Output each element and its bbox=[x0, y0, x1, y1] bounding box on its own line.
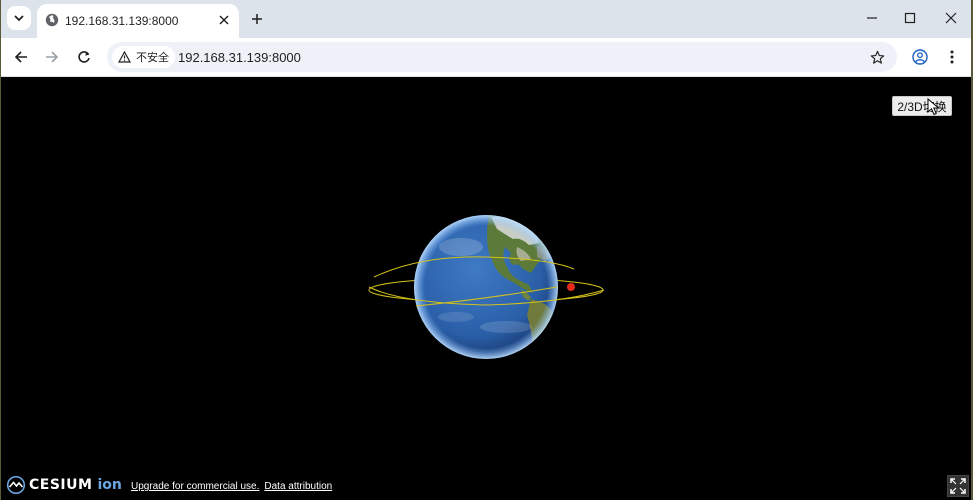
atmosphere-glow bbox=[414, 215, 558, 359]
bookmark-button[interactable] bbox=[867, 47, 887, 67]
plus-icon bbox=[252, 14, 262, 24]
forward-button[interactable] bbox=[41, 46, 63, 68]
tab-close-button[interactable] bbox=[215, 11, 233, 29]
browser-window: 192.168.31.139:8000 不安全 192.168.31.139:8… bbox=[1, 0, 971, 500]
forward-arrow-icon bbox=[46, 51, 59, 63]
back-arrow-icon bbox=[14, 51, 27, 63]
cesium-logo-icon bbox=[6, 476, 26, 494]
profile-button[interactable] bbox=[909, 46, 931, 68]
mouse-cursor-icon bbox=[927, 98, 940, 116]
back-button[interactable] bbox=[10, 46, 32, 68]
cesium-viewer[interactable]: 2/3D切换 CESIUM ion Upgrade for commercial… bbox=[1, 77, 971, 500]
switch-2d-3d-button[interactable]: 2/3D切换 bbox=[892, 96, 952, 116]
security-chip[interactable]: 不安全 bbox=[112, 46, 175, 68]
minimize-icon bbox=[867, 17, 877, 19]
cesium-wordmark: CESIUM bbox=[29, 477, 93, 493]
url-text[interactable]: 192.168.31.139:8000 bbox=[178, 50, 301, 65]
close-window-button[interactable] bbox=[938, 7, 964, 29]
reload-button[interactable] bbox=[73, 46, 95, 68]
satellite-marker[interactable] bbox=[567, 283, 575, 291]
ion-wordmark: ion bbox=[97, 477, 122, 493]
profile-icon bbox=[912, 49, 928, 65]
globe-icon bbox=[45, 13, 59, 27]
star-icon bbox=[870, 50, 884, 64]
tab-strip: 192.168.31.139:8000 bbox=[1, 0, 971, 38]
globe-scene[interactable] bbox=[361, 207, 611, 367]
security-label: 不安全 bbox=[136, 52, 169, 64]
warning-icon bbox=[118, 51, 131, 63]
chevron-down-icon bbox=[14, 15, 24, 22]
maximize-button[interactable] bbox=[897, 7, 923, 29]
fullscreen-button[interactable] bbox=[947, 475, 969, 497]
address-bar[interactable]: 不安全 192.168.31.139:8000 bbox=[107, 42, 897, 72]
maximize-icon bbox=[904, 12, 916, 24]
new-tab-button[interactable] bbox=[247, 9, 267, 29]
minimize-button[interactable] bbox=[859, 7, 885, 29]
reload-icon bbox=[78, 51, 90, 63]
tab-search-button[interactable] bbox=[7, 6, 31, 30]
browser-menu-button[interactable] bbox=[941, 46, 963, 68]
kebab-menu-icon bbox=[950, 50, 954, 64]
upgrade-link[interactable]: Upgrade for commercial use. bbox=[131, 481, 259, 492]
close-icon bbox=[219, 15, 229, 25]
tab-active[interactable]: 192.168.31.139:8000 bbox=[37, 4, 239, 38]
tab-title: 192.168.31.139:8000 bbox=[65, 14, 179, 28]
credit-links: Upgrade for commercial use. Data attribu… bbox=[131, 481, 332, 492]
fullscreen-icon bbox=[950, 478, 966, 494]
data-attribution-link[interactable]: Data attribution bbox=[264, 481, 332, 492]
browser-toolbar: 不安全 192.168.31.139:8000 bbox=[1, 38, 971, 76]
close-icon bbox=[945, 12, 957, 24]
cesium-ion-logo[interactable]: CESIUM ion bbox=[6, 476, 122, 494]
